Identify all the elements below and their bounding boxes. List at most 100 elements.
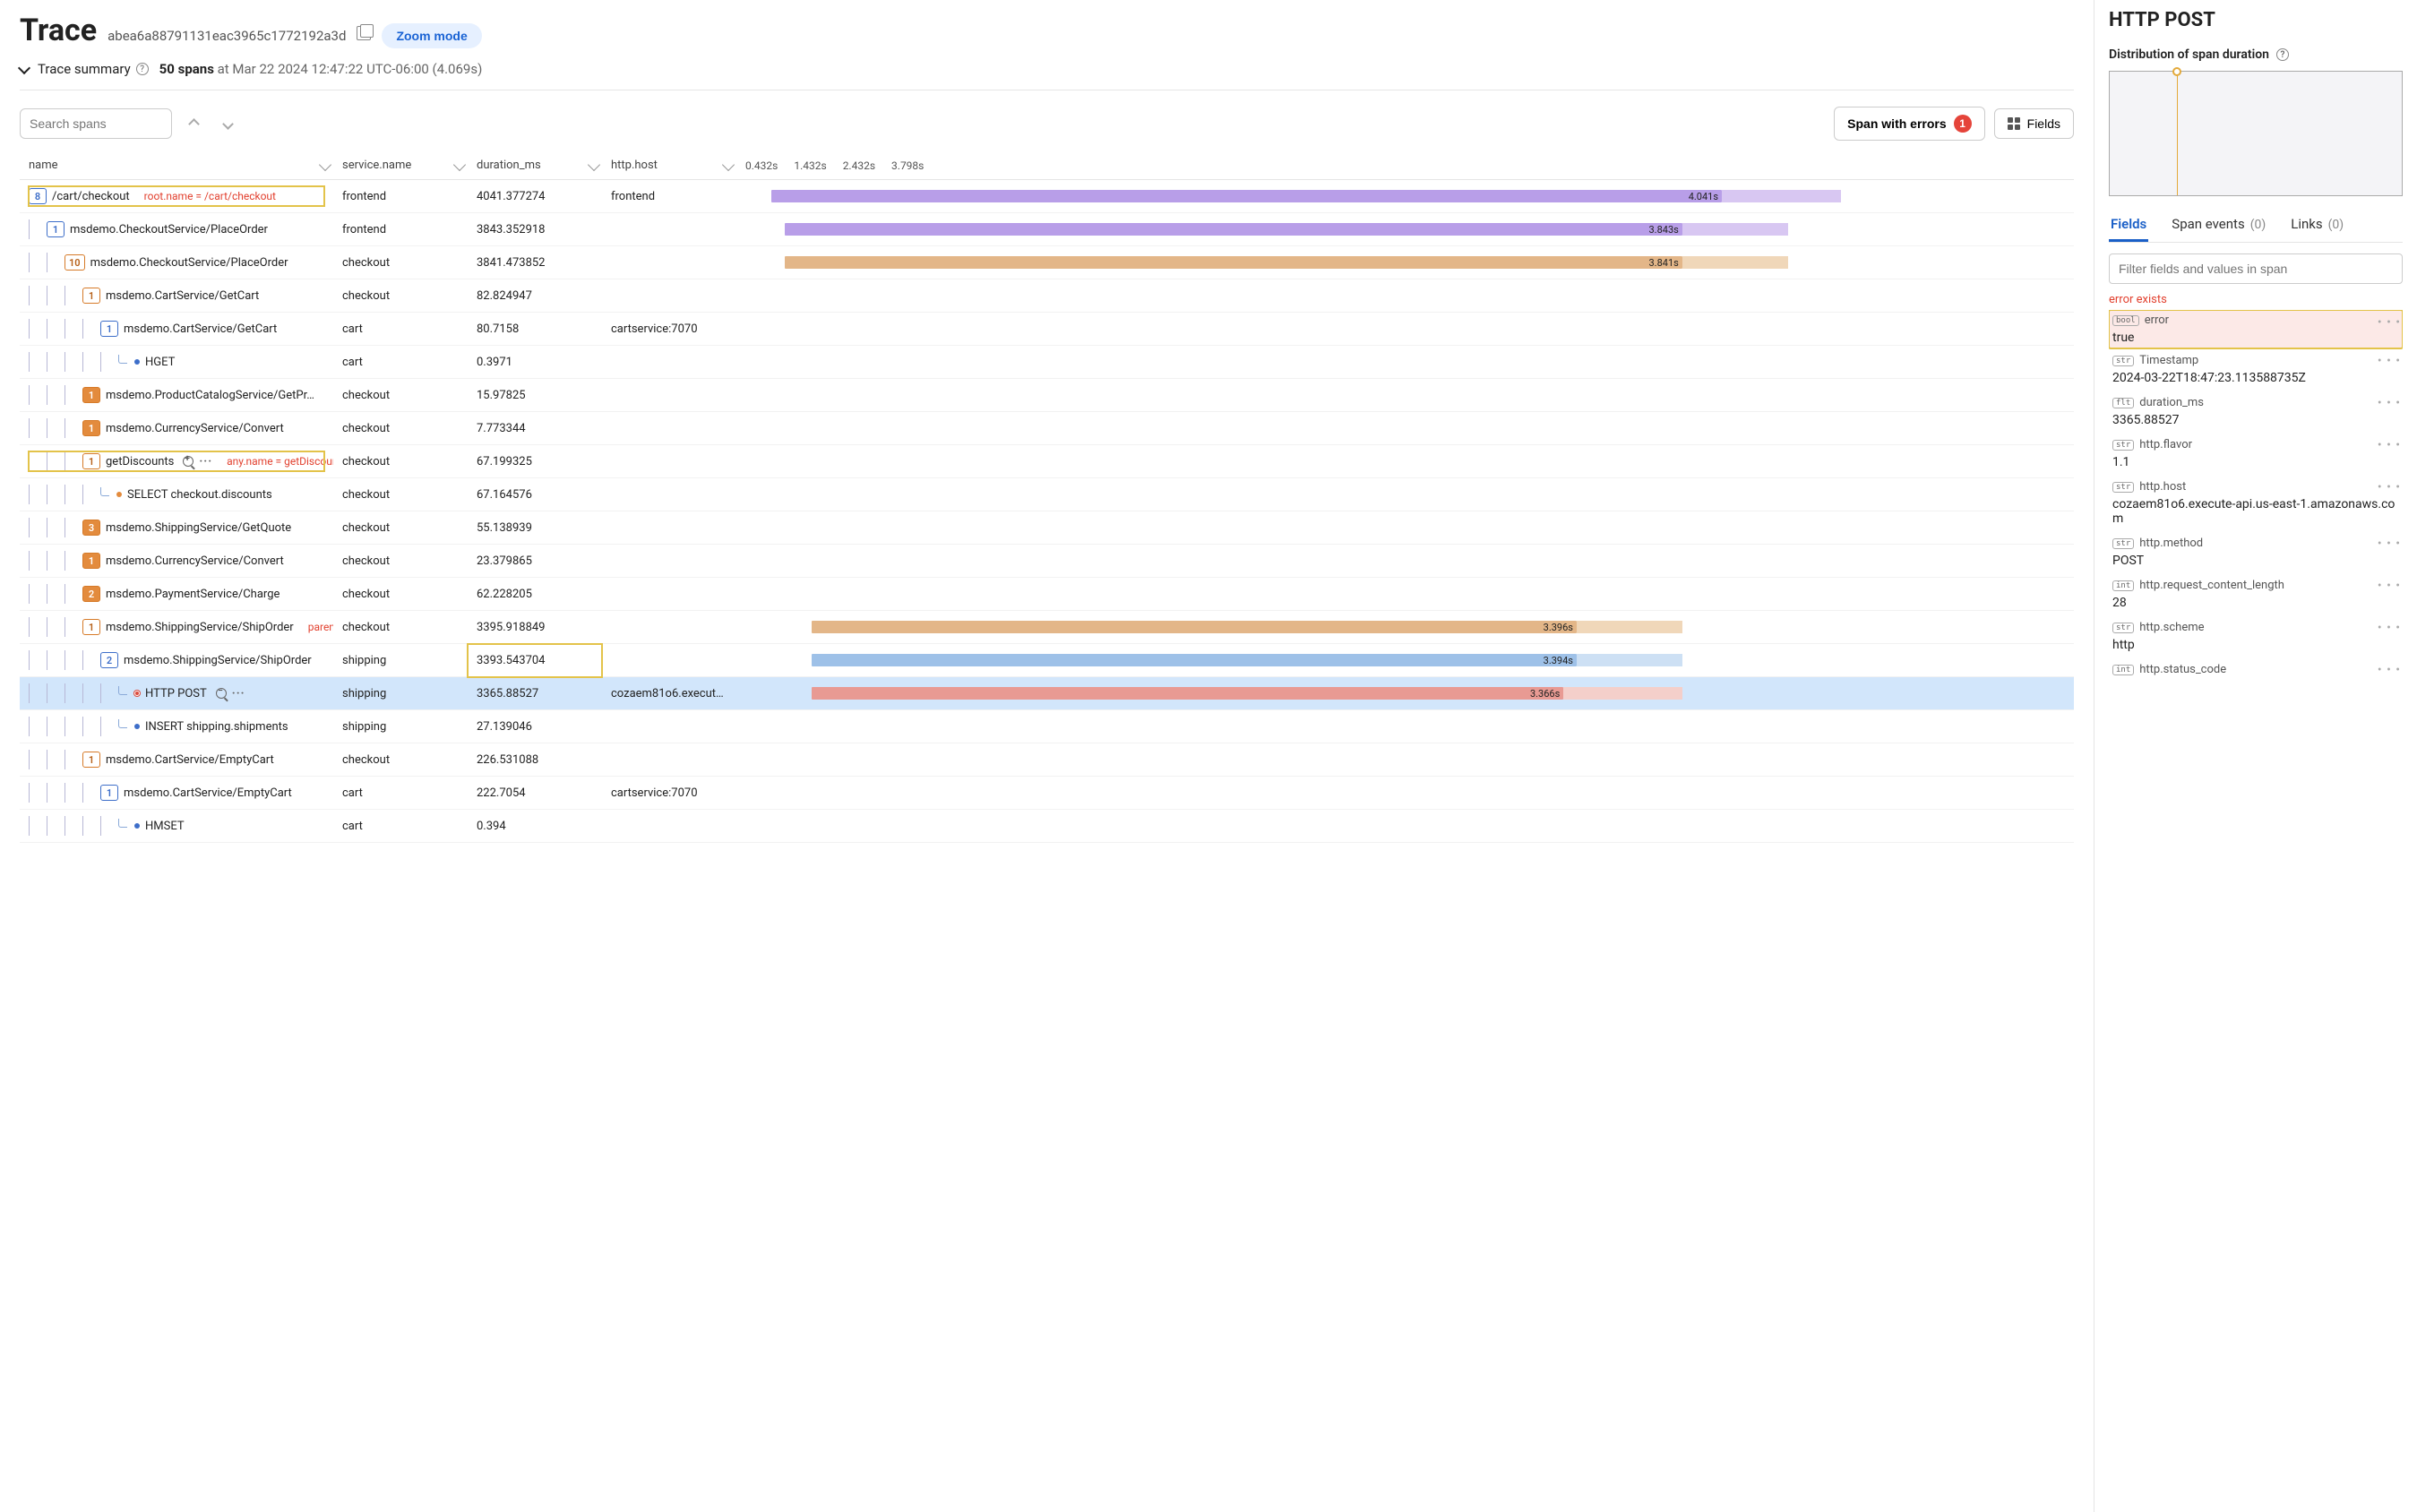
child-count-badge[interactable]: 1	[82, 387, 100, 403]
tab-fields[interactable]: Fields	[2109, 209, 2148, 242]
field-name: http.request_content_length	[2139, 579, 2284, 592]
col-menu-icon[interactable]	[588, 159, 600, 171]
field-row[interactable]: inthttp.request_content_length28• • •	[2109, 573, 2403, 615]
field-menu-icon[interactable]: • • •	[2378, 396, 2401, 410]
child-count-badge[interactable]: 1	[82, 453, 100, 469]
table-row[interactable]: 1msdemo.ProductCatalogService/GetPr…chec…	[20, 379, 2074, 412]
child-count-badge[interactable]: 2	[100, 652, 118, 668]
service-cell: checkout	[333, 246, 468, 279]
child-count-badge[interactable]: 3	[82, 520, 100, 536]
duration-cell: 67.164576	[468, 478, 602, 511]
table-row[interactable]: 1msdemo.CurrencyService/Convertcheckout7…	[20, 412, 2074, 445]
field-menu-icon[interactable]: • • •	[2378, 480, 2401, 494]
duration-cell: 67.199325	[468, 445, 602, 478]
field-value: 3365.88527	[2112, 413, 2399, 427]
child-count-badge[interactable]: 1	[100, 785, 118, 801]
table-row[interactable]: INSERT shipping.shipmentsshipping27.1390…	[20, 710, 2074, 743]
child-count-badge[interactable]: 8	[29, 188, 47, 204]
chevron-down-icon	[222, 118, 234, 130]
trace-summary-toggle[interactable]: Trace summary ?	[20, 61, 149, 77]
service-cell: checkout	[333, 611, 468, 644]
table-row[interactable]: 1msdemo.CartService/GetCartcheckout82.82…	[20, 279, 2074, 313]
distribution-chart[interactable]	[2109, 71, 2403, 196]
field-row[interactable]: strhttp.schemehttp• • •	[2109, 615, 2403, 657]
col-menu-icon[interactable]	[722, 159, 735, 171]
zoom-out-icon[interactable]	[216, 688, 227, 699]
field-menu-icon[interactable]: • • •	[2378, 354, 2401, 368]
field-name: http.status_code	[2139, 663, 2226, 676]
col-menu-icon[interactable]	[319, 159, 331, 171]
host-cell	[602, 511, 736, 545]
more-icon[interactable]: ···	[199, 455, 212, 468]
table-row[interactable]: 3msdemo.ShippingService/GetQuotecheckout…	[20, 511, 2074, 545]
field-menu-icon[interactable]: • • •	[2378, 315, 2401, 330]
table-row[interactable]: 1msdemo.CartService/GetCartcart80.7158ca…	[20, 313, 2074, 346]
table-row[interactable]: 8/cart/checkoutroot.name = /cart/checkou…	[20, 180, 2074, 213]
table-row[interactable]: 1msdemo.CheckoutService/PlaceOrderfronte…	[20, 213, 2074, 246]
field-row[interactable]: inthttp.status_code• • •	[2109, 657, 2403, 685]
prev-result-button[interactable]	[181, 111, 206, 136]
child-count-badge[interactable]: 1	[100, 321, 118, 337]
field-row[interactable]: strTimestamp2024-03-22T18:47:23.11358873…	[2109, 348, 2403, 391]
host-cell	[602, 379, 736, 412]
table-row[interactable]: 1msdemo.CartService/EmptyCartcart222.705…	[20, 777, 2074, 810]
table-row[interactable]: 1msdemo.ShippingService/ShipOrderparent.…	[20, 611, 2074, 644]
col-duration[interactable]: duration_ms	[468, 151, 602, 180]
host-cell	[602, 810, 736, 843]
field-row[interactable]: strhttp.methodPOST• • •	[2109, 531, 2403, 573]
copy-icon[interactable]	[357, 26, 371, 40]
info-icon[interactable]: ?	[2276, 48, 2289, 61]
child-count-badge[interactable]: 1	[82, 288, 100, 304]
table-row[interactable]: SELECT checkout.discountscheckout67.1645…	[20, 478, 2074, 511]
tab-links[interactable]: Links(0)	[2289, 209, 2345, 242]
field-menu-icon[interactable]: • • •	[2378, 663, 2401, 677]
field-row[interactable]: strhttp.hostcozaem81o6.execute-api.us-ea…	[2109, 475, 2403, 531]
child-count-badge[interactable]: 1	[82, 553, 100, 569]
table-row[interactable]: HMSETcart0.394	[20, 810, 2074, 843]
table-row[interactable]: 2msdemo.PaymentService/Chargecheckout62.…	[20, 578, 2074, 611]
table-row[interactable]: 10msdemo.CheckoutService/PlaceOrdercheck…	[20, 246, 2074, 279]
duration-cell: 3395.918849	[468, 611, 602, 644]
table-row[interactable]: HGETcart0.3971	[20, 346, 2074, 379]
info-icon[interactable]: ?	[136, 63, 149, 75]
field-name: error	[2145, 314, 2169, 327]
host-cell	[602, 578, 736, 611]
type-pill: bool	[2112, 315, 2139, 326]
child-count-badge[interactable]: 1	[82, 420, 100, 436]
service-cell: cart	[333, 810, 468, 843]
span-with-errors-button[interactable]: Span with errors 1	[1834, 107, 1984, 141]
field-menu-icon[interactable]: • • •	[2378, 579, 2401, 593]
table-row[interactable]: 2msdemo.ShippingService/ShipOrdershippin…	[20, 644, 2074, 677]
col-host[interactable]: http.host	[602, 151, 736, 180]
field-row[interactable]: strhttp.flavor1.1• • •	[2109, 433, 2403, 475]
field-row[interactable]: boolerrortrue• • •	[2109, 310, 2403, 348]
tab-span-events[interactable]: Span events(0)	[2170, 209, 2267, 242]
zoom-mode-button[interactable]: Zoom mode	[382, 23, 481, 48]
fields-button[interactable]: Fields	[1994, 108, 2074, 139]
child-count-badge[interactable]: 1	[47, 221, 65, 237]
search-input[interactable]	[20, 108, 172, 139]
col-service[interactable]: service.name	[333, 151, 468, 180]
table-row[interactable]: 1msdemo.CurrencyService/Convertcheckout2…	[20, 545, 2074, 578]
table-row[interactable]: 1msdemo.CartService/EmptyCartcheckout226…	[20, 743, 2074, 777]
zoom-in-icon[interactable]	[183, 456, 194, 467]
child-count-badge[interactable]: 10	[65, 254, 85, 271]
trace-summary-label: Trace summary	[38, 61, 131, 77]
row-annotation: any.name = getDiscounts	[227, 455, 333, 468]
table-row[interactable]: 1getDiscounts···any.name = getDiscountsc…	[20, 445, 2074, 478]
more-icon[interactable]: ···	[232, 687, 245, 700]
timeline-cell: 3.396s	[736, 611, 2074, 644]
field-row[interactable]: fltduration_ms3365.88527• • •	[2109, 391, 2403, 433]
col-name[interactable]: name	[20, 151, 333, 180]
child-count-badge[interactable]: 1	[82, 619, 100, 635]
next-result-button[interactable]	[215, 111, 240, 136]
timeline-cell	[736, 578, 2074, 611]
child-count-badge[interactable]: 1	[82, 752, 100, 768]
field-menu-icon[interactable]: • • •	[2378, 621, 2401, 635]
field-menu-icon[interactable]: • • •	[2378, 438, 2401, 452]
table-row[interactable]: HTTP POST···shipping3365.88527cozaem81o6…	[20, 677, 2074, 710]
field-menu-icon[interactable]: • • •	[2378, 537, 2401, 551]
col-menu-icon[interactable]	[453, 159, 466, 171]
filter-fields-input[interactable]	[2109, 253, 2403, 284]
child-count-badge[interactable]: 2	[82, 586, 100, 602]
